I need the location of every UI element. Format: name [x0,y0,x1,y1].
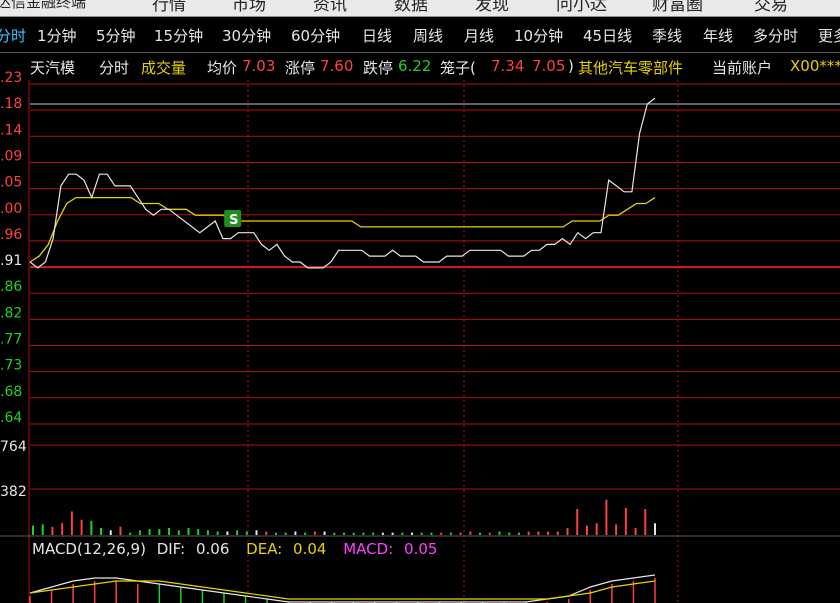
volume-axis-label: 764 [0,439,27,455]
dif-label: DIF: 0.06 [156,540,230,558]
price-axis-label: .64 [0,410,22,426]
price-axis-label: .82 [0,305,22,321]
volume-bars [32,499,656,535]
sell-signal-marker[interactable]: S [224,210,242,228]
macd-value: 0.05 [404,540,438,558]
price-axis-label: .23 [0,70,22,86]
dea-value: 0.04 [293,540,327,558]
macd-dea-line [29,580,656,600]
macd-legend: MACD(12,26,9) DIF: 0.06 DEA: 0.04 MACD: … [32,540,449,558]
price-axis-label: .73 [0,358,22,374]
volume-axis-label: 382 [0,484,27,500]
macd-dif-line [29,574,656,603]
avg-price-line [29,196,656,263]
dea-label: DEA: 0.04 [246,540,327,558]
macd-title: MACD(12,26,9) [32,540,146,558]
intraday-chart[interactable]: .23 .18 .14 .09 .05 .00 .96 .91 .86 .82 .77 .73 .68.… [0,0,840,603]
price-axis-label: .68 [0,384,22,400]
macd-value-label: MACD: 0.05 [343,540,438,558]
price-axis-label: .00 [0,201,22,217]
price-axis-label: .86 [0,279,22,295]
price-axis-label: .18 [0,96,22,112]
price-axis-label: .09 [0,148,22,164]
sell-signal-label: S [229,213,238,228]
price-axis-label: .96 [0,227,22,243]
price-line [29,97,656,269]
price-axis: .23 .18 .14 .09 .05 .00 .96 .91 .86 .82 .77 .73 .68.… [0,70,27,500]
price-axis-label: .77 [0,332,22,348]
price-axis-label: .91 [0,253,22,269]
chart-grid [0,80,840,603]
price-axis-label: .05 [0,175,22,191]
price-axis-label: .14 [0,122,22,138]
dif-value: 0.06 [195,540,230,558]
